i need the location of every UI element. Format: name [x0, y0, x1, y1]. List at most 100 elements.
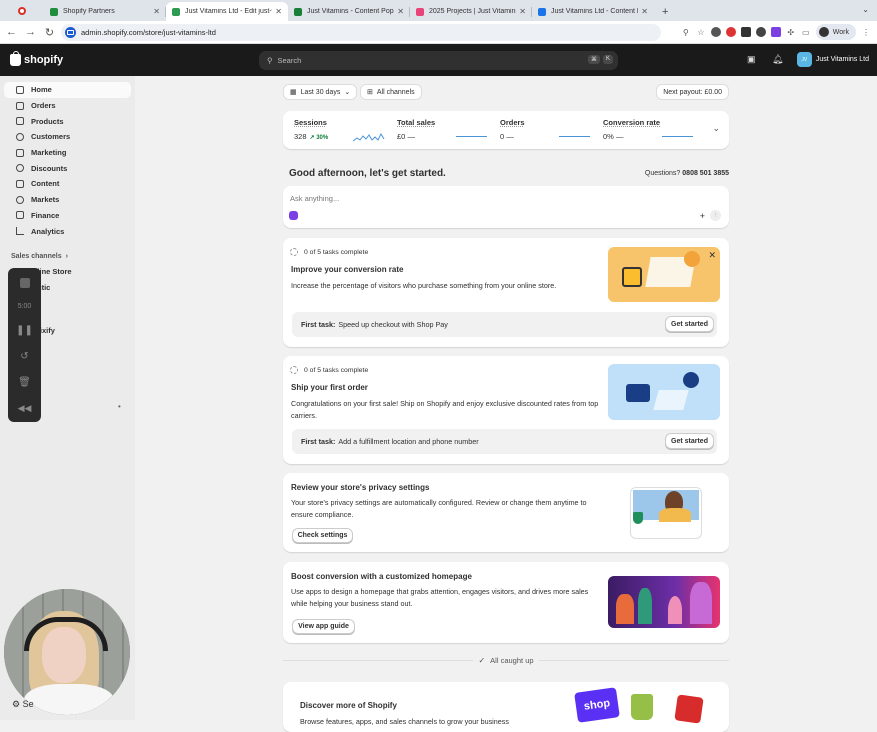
zoom-icon[interactable]: ⚲ [681, 27, 691, 37]
task-description: Congratulations on your first sale! Ship… [291, 399, 599, 420]
task-progress: 0 of 5 tasks complete [290, 366, 368, 374]
shopify-logo[interactable]: shopify [10, 51, 63, 66]
boost-title: Boost conversion with a customized homep… [291, 572, 472, 581]
close-tab-icon[interactable]: ✕ [275, 7, 282, 16]
extension-icon[interactable] [770, 27, 781, 37]
shield-icon [633, 512, 643, 524]
sidebar-item-customers[interactable]: Customers [4, 129, 131, 145]
date-range-button[interactable]: ▦ Last 30 days ⌄ [283, 84, 358, 100]
restart-icon[interactable]: ↺ [20, 351, 28, 362]
extension-icon[interactable] [740, 27, 751, 37]
close-tab-icon[interactable]: ✕ [519, 7, 526, 16]
sidekick-icon [289, 211, 298, 220]
sidebar-item-discounts[interactable]: Discounts [4, 160, 131, 176]
forward-icon[interactable]: → [21, 26, 40, 38]
metric-total-sales[interactable]: Total sales £0 — [397, 118, 435, 141]
close-tab-icon[interactable]: ✕ [397, 7, 404, 16]
metric-conversion-rate[interactable]: Conversion rate 0% — [603, 118, 660, 141]
settings-link[interactable]: ⚙ Se [12, 699, 34, 710]
get-started-button[interactable]: Get started [665, 316, 714, 332]
sidebar-item-products[interactable]: Products [4, 113, 131, 129]
task-card-shipping: 0 of 5 tasks complete Ship your first or… [283, 356, 729, 464]
extension-icon[interactable] [755, 27, 766, 37]
sidebar-item-analytics[interactable]: Analytics [4, 223, 131, 239]
discover-subtitle: Browse features, apps, and sales channel… [300, 717, 509, 726]
privacy-title: Review your store's privacy settings [291, 483, 430, 492]
plus-icon[interactable]: + [700, 211, 705, 221]
bell-icon[interactable]: 🔔︎ [772, 54, 783, 65]
extension-icon[interactable] [725, 27, 736, 37]
privacy-card: Review your store's privacy settings You… [283, 473, 729, 552]
close-tab-icon[interactable]: ✕ [153, 7, 160, 16]
stop-icon[interactable] [19, 278, 30, 288]
new-tab-button[interactable]: + [654, 2, 676, 21]
store-icon[interactable]: ▣ [747, 54, 756, 65]
close-icon[interactable]: ✕ [708, 250, 716, 261]
sales-channels-heading[interactable]: Sales channels › [0, 250, 135, 264]
channel-filter-button[interactable]: ⊞ All channels [360, 84, 422, 100]
collapse-icon[interactable]: ◀◀ [18, 403, 32, 414]
next-payout-button[interactable]: Next payout: £0.00 [656, 84, 729, 100]
browser-tab[interactable]: Just Vitamins Ltd - Content P ✕ [532, 2, 654, 21]
browser-tab[interactable]: 2025 Projects | Just Vitamins ✕ [410, 2, 532, 21]
address-bar[interactable]: admin.shopify.com/store/just-vitamins-lt… [61, 24, 661, 41]
close-tab-icon[interactable]: ✕ [641, 7, 648, 16]
first-task-row: First task: Speed up checkout with Shop P… [292, 312, 717, 337]
view-app-guide-button[interactable]: View app guide [292, 619, 355, 634]
back-icon[interactable]: ← [2, 26, 21, 38]
check-settings-button[interactable]: Check settings [292, 528, 353, 543]
browser-tab[interactable]: Just Vitamins - Content Popu ✕ [288, 2, 410, 21]
conversion-sparkline [662, 136, 693, 137]
sidekick-ask-box[interactable]: Ask anything... + ↑ [283, 186, 729, 228]
cast-icon[interactable]: ▭ [801, 27, 811, 37]
browser-tab-active[interactable]: Just Vitamins Ltd - Edit just-vitam ✕ [166, 2, 288, 21]
shopify-bag-icon [10, 51, 21, 66]
browser-tab[interactable]: Shopify Partners ✕ [44, 2, 166, 21]
search-icon: ⚲ [267, 56, 273, 65]
pause-icon[interactable]: ❚❚ [16, 325, 33, 336]
chevron-right-icon: › [65, 253, 68, 261]
sidebar-item-finance[interactable]: Finance [4, 208, 131, 224]
progress-circle-icon [290, 248, 298, 256]
channels-icon: ⊞ [367, 89, 373, 96]
sidebar-item-home[interactable]: Home [4, 82, 131, 98]
metric-orders[interactable]: Orders 0 — [500, 118, 525, 141]
discover-title: Discover more of Shopify [300, 701, 397, 710]
recording-indicator-icon [0, 0, 44, 21]
get-started-button[interactable]: Get started [665, 433, 714, 449]
chevron-down-icon[interactable]: ⌄ [712, 123, 720, 134]
puzzle-icon[interactable]: ✣ [786, 27, 796, 37]
boost-description: Use apps to design a homepage that grabs… [291, 587, 589, 608]
site-info-icon[interactable] [65, 27, 76, 38]
questions-phone[interactable]: Questions? 0808 501 3855 [645, 170, 729, 177]
trash-icon[interactable]: 🗑︎ [18, 377, 31, 388]
task-progress: 0 of 5 tasks complete [290, 248, 368, 256]
bookmark-star-icon[interactable]: ☆ [696, 27, 706, 37]
reload-icon[interactable]: ↻ [40, 26, 59, 39]
tab-search-chevron-icon[interactable]: ⌄ [862, 5, 869, 14]
sidebar-item-marketing[interactable]: Marketing [4, 145, 131, 161]
sidebar-item-markets[interactable]: Markets [4, 192, 131, 208]
bar-chart-icon [16, 227, 24, 236]
search-shortcut: ⌘ K [587, 55, 613, 64]
home-icon [16, 85, 24, 94]
store-menu-button[interactable]: JV Just Vitamins Ltd [796, 52, 869, 67]
first-task-row: First task: Add a fulfillment location an… [292, 429, 717, 454]
metric-sessions[interactable]: Sessions 328 ↗ 30% [294, 118, 328, 141]
profile-button[interactable]: Work [815, 24, 856, 40]
sidebar-item-orders[interactable]: Orders [4, 98, 131, 114]
extension-icon[interactable] [710, 27, 721, 37]
extensions-area: ⚲ ☆ ✣ ▭ Work ⋮ [681, 23, 877, 41]
sidebar-item-content[interactable]: Content [4, 176, 131, 192]
sales-sparkline [456, 136, 487, 137]
check-circle-icon: ✓ [478, 656, 486, 665]
main-content: ▦ Last 30 days ⌄ ⊞ All channels Next payout… [283, 76, 730, 732]
recording-timer: 5:00 [17, 303, 32, 310]
search-input[interactable]: ⚲ Search ⌘ K [259, 51, 618, 70]
all-caught-up: ✓ All caught up [283, 656, 730, 665]
task-description: Increase the percentage of visitors who … [291, 281, 557, 290]
target-icon [16, 148, 24, 157]
screen-recorder-panel: 5:00 ❚❚ ↺ 🗑︎ ◀◀ [8, 268, 41, 422]
menu-kebab-icon[interactable]: ⋮ [861, 27, 871, 37]
send-arrow-icon[interactable]: ↑ [710, 210, 721, 221]
